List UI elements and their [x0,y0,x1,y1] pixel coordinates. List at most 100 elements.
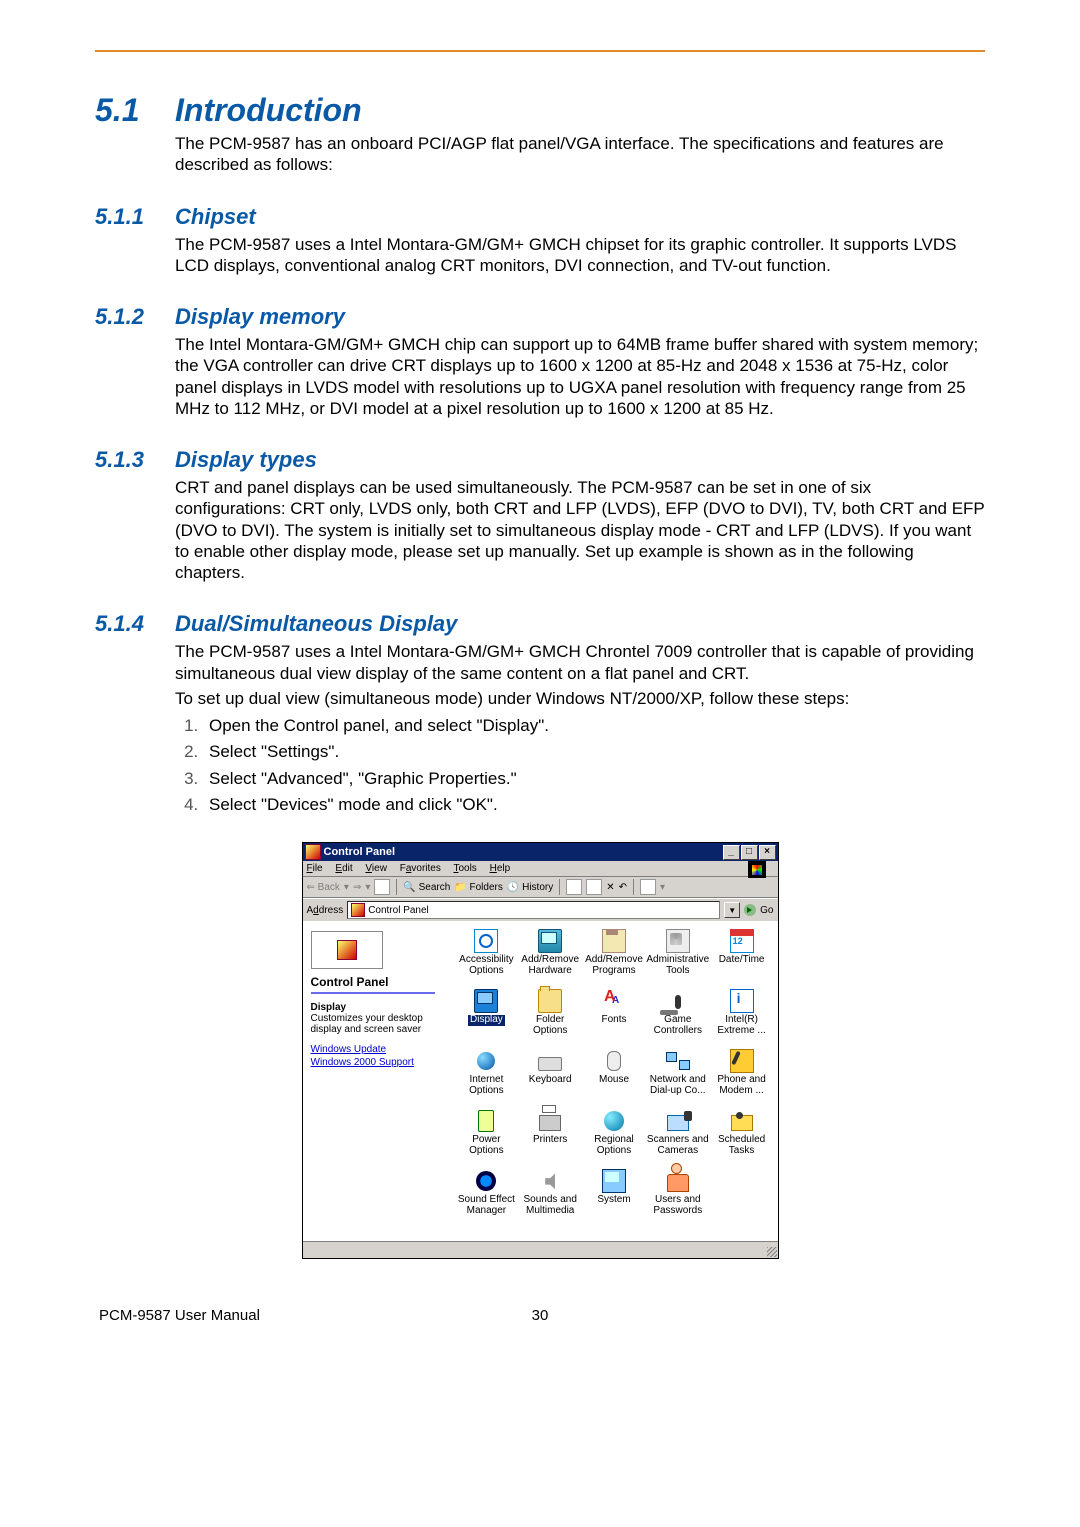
control-panel-window: Control Panel _ □ × File Edit View Favor… [302,842,779,1259]
window-titlebar[interactable]: Control Panel _ □ × [303,843,778,861]
back-button[interactable]: ⇐ Back [307,882,340,893]
subsection-paragraph: To set up dual view (simultaneous mode) … [175,688,985,709]
link-windows-update[interactable]: Windows Update [311,1043,435,1056]
address-dropdown-button[interactable]: ▼ [724,902,740,918]
windows-logo-icon [748,861,766,878]
cal-icon [730,929,754,953]
cp-icon-users-and-passwords[interactable]: Users and Passwords [646,1169,710,1227]
history-button[interactable]: 🕓 History [507,882,553,893]
step-item: Select "Advanced", "Graphic Properties." [203,766,985,792]
close-button[interactable]: × [759,845,776,860]
views-button[interactable] [640,879,656,895]
address-bar: Address Control Panel ▼ Go [303,898,778,921]
menu-view[interactable]: View [365,863,387,874]
moveto-icon[interactable] [566,879,582,895]
cp-icon-power-options[interactable]: Power Options [455,1109,519,1167]
subsection-title: Display types [175,447,317,473]
cp-icon-game-controllers[interactable]: Game Controllers [646,989,710,1047]
cp-icon-administrative-tools[interactable]: Administrative Tools [646,929,710,987]
section-title: Introduction [175,92,362,129]
menu-favorites[interactable]: Favorites [400,863,441,874]
subsection-title: Display memory [175,304,345,330]
globe-icon [477,1052,495,1070]
icon-label: Accessibility Options [455,955,519,976]
cp-icon-display[interactable]: Display [455,989,519,1047]
phone-icon [730,1049,754,1073]
icon-label: Scheduled Tasks [710,1135,774,1156]
subsection-title: Dual/Simultaneous Display [175,611,457,637]
icon-label: Administrative Tools [646,955,710,976]
icon-label: Internet Options [455,1075,519,1096]
icon-label: Regional Options [582,1135,646,1156]
kbd-icon [538,1057,562,1071]
cp-icon-sounds-and-multimedia[interactable]: Sounds and Multimedia [518,1169,582,1227]
cp-icon-add-remove-programs[interactable]: Add/Remove Programs [582,929,646,987]
window-title: Control Panel [324,846,396,858]
cp-icon-scheduled-tasks[interactable]: Scheduled Tasks [710,1109,774,1167]
tools-icon [666,929,690,953]
delete-button[interactable]: ✕ [606,882,614,893]
cp-icon-sound-effect-manager[interactable]: Sound Effect Manager [455,1169,519,1227]
subsection-number: 5.1.1 [95,204,175,230]
cp-icon-date-time[interactable]: Date/Time [710,929,774,987]
cp-icon-internet-options[interactable]: Internet Options [455,1049,519,1107]
subsection-number: 5.1.3 [95,447,175,473]
up-button[interactable] [374,879,390,895]
icon-label: Keyboard [529,1075,572,1086]
icon-label: Game Controllers [646,1015,710,1036]
icon-label: Display [468,1015,505,1026]
batt-icon [478,1110,494,1132]
search-button[interactable]: 🔍 Search [403,882,450,893]
cp-icon-phone-and-modem[interactable]: Phone and Modem ... [710,1049,774,1107]
menu-bar: File Edit View Favorites Tools Help [303,861,778,876]
print-icon [539,1115,561,1131]
cp-icon-fonts[interactable]: Fonts [582,989,646,1047]
minimize-button[interactable]: _ [723,845,740,860]
subsection-paragraph: CRT and panel displays can be used simul… [175,477,985,583]
address-input[interactable]: Control Panel [347,901,720,919]
link-windows-2000-support[interactable]: Windows 2000 Support [311,1056,435,1069]
cp-icon-folder-options[interactable]: Folder Options [518,989,582,1047]
header-rule [95,50,985,52]
control-panel-icon [351,903,365,917]
cp-icon-scanners-and-cameras[interactable]: Scanners and Cameras [646,1109,710,1167]
reg-icon [604,1111,624,1131]
cp-icon-keyboard[interactable]: Keyboard [518,1049,582,1107]
icon-grid: Accessibility OptionsAdd/Remove Hardware… [443,921,778,1241]
mouse-icon [607,1051,621,1071]
toolbar: ⇐ Back ▾ ⇒ ▾ 🔍 Search 📁 Folders 🕓 Histor… [303,876,778,898]
menu-file[interactable]: File [307,863,323,874]
address-label: Address [307,905,344,916]
cp-icon-printers[interactable]: Printers [518,1109,582,1167]
icon-label: Sounds and Multimedia [518,1195,582,1216]
icon-label: Intel(R) Extreme ... [710,1015,774,1036]
copyto-icon[interactable] [586,879,602,895]
spk-icon [545,1173,555,1189]
display-icon [474,989,498,1013]
cp-icon-add-remove-hardware[interactable]: Add/Remove Hardware [518,929,582,987]
menu-help[interactable]: Help [490,863,511,874]
menu-tools[interactable]: Tools [453,863,476,874]
maximize-button[interactable]: □ [741,845,758,860]
menu-edit[interactable]: Edit [335,863,352,874]
folders-button[interactable]: 📁 Folders [454,882,503,893]
side-panel: Control Panel Display Customizes your de… [303,921,443,1241]
cp-icon-network-and-dial-up-co[interactable]: Network and Dial-up Co... [646,1049,710,1107]
cp-icon-intel-r-extreme[interactable]: Intel(R) Extreme ... [710,989,774,1047]
status-bar [303,1241,778,1258]
aa-icon [603,990,625,1012]
undo-button[interactable]: ↶ [619,882,627,893]
cp-icon-system[interactable]: System [582,1169,646,1227]
side-panel-graphic [311,931,383,969]
cp-icon-regional-options[interactable]: Regional Options [582,1109,646,1167]
cp-icon-accessibility-options[interactable]: Accessibility Options [455,929,519,987]
icon-label: Date/Time [719,955,765,966]
icon-label: Folder Options [518,1015,582,1036]
icon-label: Fonts [601,1015,626,1026]
wheelchair-icon [474,929,498,953]
cp-icon-mouse[interactable]: Mouse [582,1049,646,1107]
icon-label: Sound Effect Manager [455,1195,519,1216]
sys-icon [602,1169,626,1193]
go-button[interactable]: Go [760,905,773,916]
forward-button[interactable]: ⇒ [353,882,361,893]
